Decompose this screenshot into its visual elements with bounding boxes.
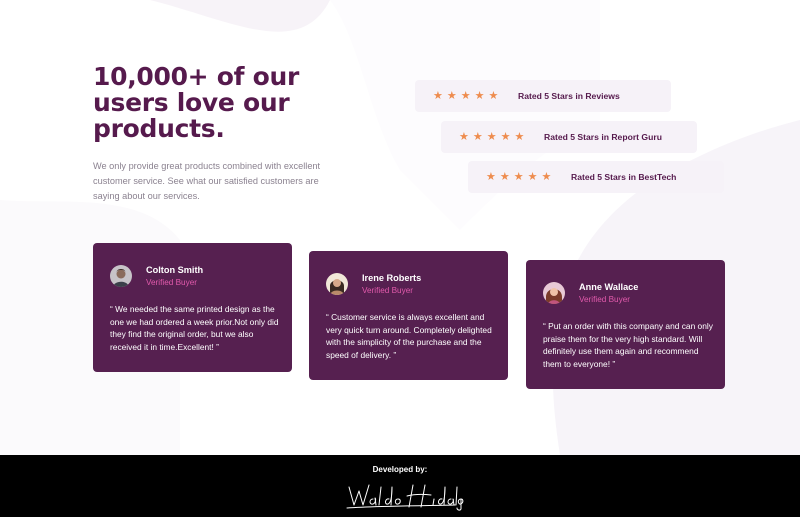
avatar-colton (110, 265, 132, 287)
page-headline: 10,000+ of our users love our products. (93, 62, 299, 143)
rating-label: Rated 5 Stars in Reviews (518, 91, 620, 101)
footer: Developed by: (0, 455, 800, 517)
star-icon: ★ (459, 130, 469, 143)
star-icon: ★ (541, 170, 552, 183)
reviewer-name: Colton Smith (146, 265, 204, 275)
star-icon: ★ (472, 130, 483, 143)
rating-badge-report-guru: ★ ★ ★ ★ ★ Rated 5 Stars in Report Guru (441, 121, 697, 153)
testimonial-card-anne: Anne Wallace Verified Buyer “ Put an ord… (526, 260, 725, 389)
verified-buyer-label: Verified Buyer (362, 286, 413, 295)
star-icon: ★ (514, 130, 525, 143)
star-rating: ★ ★ ★ ★ ★ (459, 130, 544, 143)
star-rating: ★ ★ ★ ★ ★ (433, 89, 518, 102)
star-icon: ★ (513, 170, 524, 183)
rating-badge-reviews: ★ ★ ★ ★ ★ Rated 5 Stars in Reviews (415, 80, 671, 112)
avatar-anne (543, 282, 565, 304)
reviewer-name: Irene Roberts (362, 273, 422, 283)
star-icon: ★ (486, 170, 496, 183)
star-icon: ★ (488, 89, 499, 102)
star-icon: ★ (499, 170, 510, 183)
star-icon: ★ (433, 89, 443, 102)
testimonial-quote: “ Put an order with this company and can… (543, 321, 713, 369)
footer-label: Developed by: (372, 465, 428, 474)
testimonial-quote: “ Customer service is always excellent a… (326, 312, 492, 360)
star-icon: ★ (486, 130, 497, 143)
testimonial-card-colton: Colton Smith Verified Buyer “ We needed … (93, 243, 292, 372)
verified-buyer-label: Verified Buyer (579, 295, 630, 304)
testimonial-quote: “ We needed the same printed design as t… (110, 304, 279, 352)
star-icon: ★ (446, 89, 457, 102)
testimonial-card-irene: Irene Roberts Verified Buyer “ Customer … (309, 251, 508, 380)
developer-signature (345, 479, 465, 511)
avatar-irene (326, 273, 348, 295)
star-rating: ★ ★ ★ ★ ★ (486, 170, 571, 183)
star-icon: ★ (527, 170, 538, 183)
star-icon: ★ (460, 89, 471, 102)
intro-text: We only provide great products combined … (93, 161, 321, 201)
rating-badge-besttech: ★ ★ ★ ★ ★ Rated 5 Stars in BestTech (468, 161, 724, 193)
reviewer-name: Anne Wallace (579, 282, 639, 292)
star-icon: ★ (500, 130, 511, 143)
rating-label: Rated 5 Stars in Report Guru (544, 132, 662, 142)
star-icon: ★ (474, 89, 485, 102)
rating-label: Rated 5 Stars in BestTech (571, 172, 677, 182)
verified-buyer-label: Verified Buyer (146, 278, 197, 287)
